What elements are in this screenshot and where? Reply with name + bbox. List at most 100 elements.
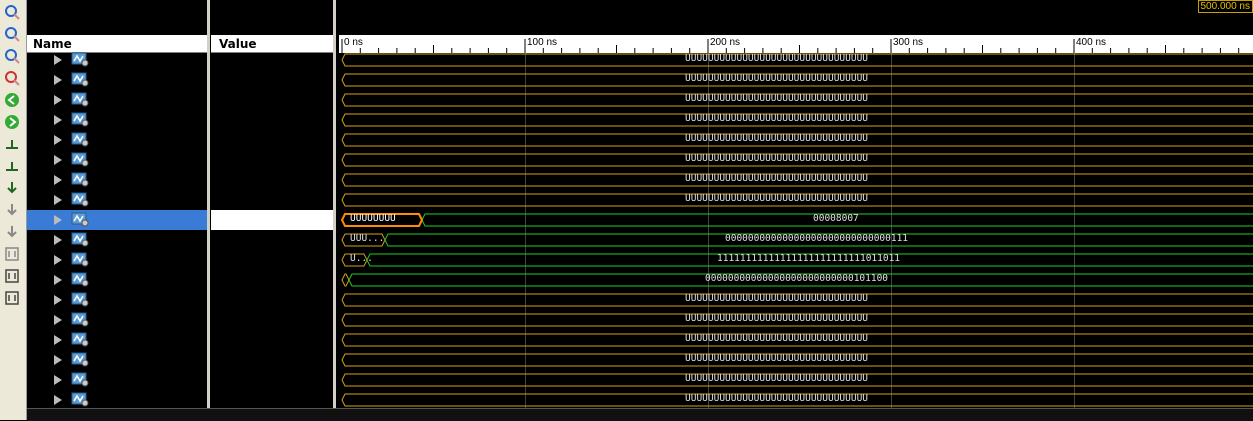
- signal-name-row[interactable]: [27, 130, 207, 150]
- initial-undefined-segment: [342, 274, 349, 286]
- snap-icon[interactable]: [3, 267, 21, 285]
- wave-value-label: 00008007: [813, 213, 859, 224]
- signal-name-row[interactable]: [27, 290, 207, 310]
- bus-signal-icon: [71, 171, 89, 187]
- signal-name-row[interactable]: [27, 110, 207, 130]
- wave-value-label: UUUUUUUUUUUUUUUUUUUUUUUUUUUUUUUU: [685, 313, 868, 324]
- signal-value-row[interactable]: [211, 330, 333, 350]
- signal-name-row[interactable]: [27, 70, 207, 90]
- bus-signal-icon: [71, 271, 89, 287]
- expand-arrow-icon[interactable]: [54, 255, 62, 265]
- signal-name-row[interactable]: [27, 90, 207, 110]
- next-transition-icon[interactable]: [3, 157, 21, 175]
- signal-value-row[interactable]: [211, 370, 333, 390]
- prev-transition-icon[interactable]: [3, 135, 21, 153]
- name-header-label: Name: [33, 37, 72, 51]
- signal-value-row[interactable]: [211, 230, 333, 250]
- signal-name-row[interactable]: [27, 170, 207, 190]
- expand-arrow-icon[interactable]: [54, 155, 62, 165]
- signal-value-row[interactable]: [211, 350, 333, 370]
- signal-name-row[interactable]: [27, 390, 207, 410]
- signal-name-row[interactable]: [27, 190, 207, 210]
- signal-name-row[interactable]: [27, 350, 207, 370]
- signal-name-row[interactable]: [27, 330, 207, 350]
- next-marker-icon[interactable]: [3, 223, 21, 241]
- signal-value-row[interactable]: [211, 190, 333, 210]
- list-icon[interactable]: [3, 289, 21, 307]
- signal-value-row[interactable]: [211, 250, 333, 270]
- wave-value-label: UUUUUUUUUUUUUUUUUUUUUUUUUUUUUUUU: [685, 113, 868, 124]
- signal-name-row[interactable]: [27, 210, 207, 230]
- horizontal-scrollbar[interactable]: [27, 408, 1253, 421]
- signal-name-row[interactable]: [27, 270, 207, 290]
- bus-signal-icon: [71, 91, 89, 107]
- bus-signal-icon: [71, 391, 89, 407]
- signal-name-row[interactable]: [27, 150, 207, 170]
- value-wave-splitter[interactable]: [333, 0, 336, 420]
- expand-arrow-icon[interactable]: [54, 355, 62, 365]
- signal-name-row[interactable]: [27, 370, 207, 390]
- bus-signal-icon: [71, 51, 89, 67]
- expand-arrow-icon[interactable]: [54, 95, 62, 105]
- bus-signal-icon: [71, 251, 89, 267]
- value-panel: Value: [211, 0, 333, 420]
- signal-value-row[interactable]: [211, 90, 333, 110]
- bus-signal-icon: [71, 151, 89, 167]
- signal-value-row[interactable]: [211, 390, 333, 410]
- expand-arrow-icon[interactable]: [54, 275, 62, 285]
- zoom-fit-icon[interactable]: [3, 47, 21, 65]
- signal-value-row[interactable]: [211, 130, 333, 150]
- zoom-full-icon[interactable]: [3, 69, 21, 87]
- signal-value-row[interactable]: [211, 150, 333, 170]
- signal-value-row[interactable]: [211, 110, 333, 130]
- bus-signal-icon: [71, 331, 89, 347]
- signal-name-row[interactable]: [27, 310, 207, 330]
- wave-value-label: UUUUUUUUUUUUUUUUUUUUUUUUUUUUUUUU: [685, 373, 868, 384]
- wave-value-label: UUUUUUUUUUUUUUUUUUUUUUUUUUUUUUUU: [685, 133, 868, 144]
- zoom-out-icon[interactable]: [3, 25, 21, 43]
- expand-arrow-icon[interactable]: [54, 395, 62, 405]
- expand-arrow-icon[interactable]: [54, 75, 62, 85]
- wave-value-label: 00000000000000000000000000000111: [725, 233, 908, 244]
- expand-arrow-icon[interactable]: [54, 55, 62, 65]
- prev-marker-icon[interactable]: [3, 201, 21, 219]
- expand-arrow-icon[interactable]: [54, 215, 62, 225]
- expand-arrow-icon[interactable]: [54, 135, 62, 145]
- signal-value-row[interactable]: [211, 290, 333, 310]
- add-marker-icon[interactable]: [3, 179, 21, 197]
- swap-cursor-icon[interactable]: [3, 245, 21, 263]
- expand-arrow-icon[interactable]: [54, 235, 62, 245]
- go-last-icon[interactable]: [3, 113, 21, 131]
- signal-name-row[interactable]: [27, 230, 207, 250]
- signal-name-row[interactable]: [27, 50, 207, 70]
- zoom-in-icon[interactable]: [3, 3, 21, 21]
- value-header-label: Value: [219, 37, 257, 51]
- expand-arrow-icon[interactable]: [54, 295, 62, 305]
- signal-value-row[interactable]: [211, 50, 333, 70]
- bus-signal-icon: [71, 191, 89, 207]
- signal-value-row[interactable]: [211, 310, 333, 330]
- signal-value-row[interactable]: [211, 270, 333, 290]
- wave-value-label: UUUUUUUUUUUUUUUUUUUUUUUUUUUUUUUU: [685, 73, 868, 84]
- bus-signal-icon: [71, 111, 89, 127]
- expand-arrow-icon[interactable]: [54, 115, 62, 125]
- wave-value-label: UUUUUUUUUUUUUUUUUUUUUUUUUUUUUUUU: [685, 173, 868, 184]
- signal-value-row[interactable]: [211, 210, 333, 230]
- bus-signal-icon: [71, 211, 89, 227]
- name-panel: Name: [27, 0, 207, 420]
- signal-value-row[interactable]: [211, 170, 333, 190]
- expand-arrow-icon[interactable]: [54, 195, 62, 205]
- bus-signal-icon: [71, 311, 89, 327]
- expand-arrow-icon[interactable]: [54, 315, 62, 325]
- expand-arrow-icon[interactable]: [54, 175, 62, 185]
- wave-value-label: UUUUUUUUUUUUUUUUUUUUUUUUUUUUUUUU: [685, 293, 868, 304]
- initial-wave-value: U...: [350, 253, 373, 264]
- bus-signal-icon: [71, 71, 89, 87]
- waveform-panel[interactable]: 500.000 ns 0 ns100 ns200 ns300 ns400 ns …: [339, 0, 1253, 420]
- signal-name-row[interactable]: [27, 250, 207, 270]
- name-value-splitter[interactable]: [207, 0, 210, 420]
- go-first-icon[interactable]: [3, 91, 21, 109]
- signal-value-row[interactable]: [211, 70, 333, 90]
- expand-arrow-icon[interactable]: [54, 375, 62, 385]
- expand-arrow-icon[interactable]: [54, 335, 62, 345]
